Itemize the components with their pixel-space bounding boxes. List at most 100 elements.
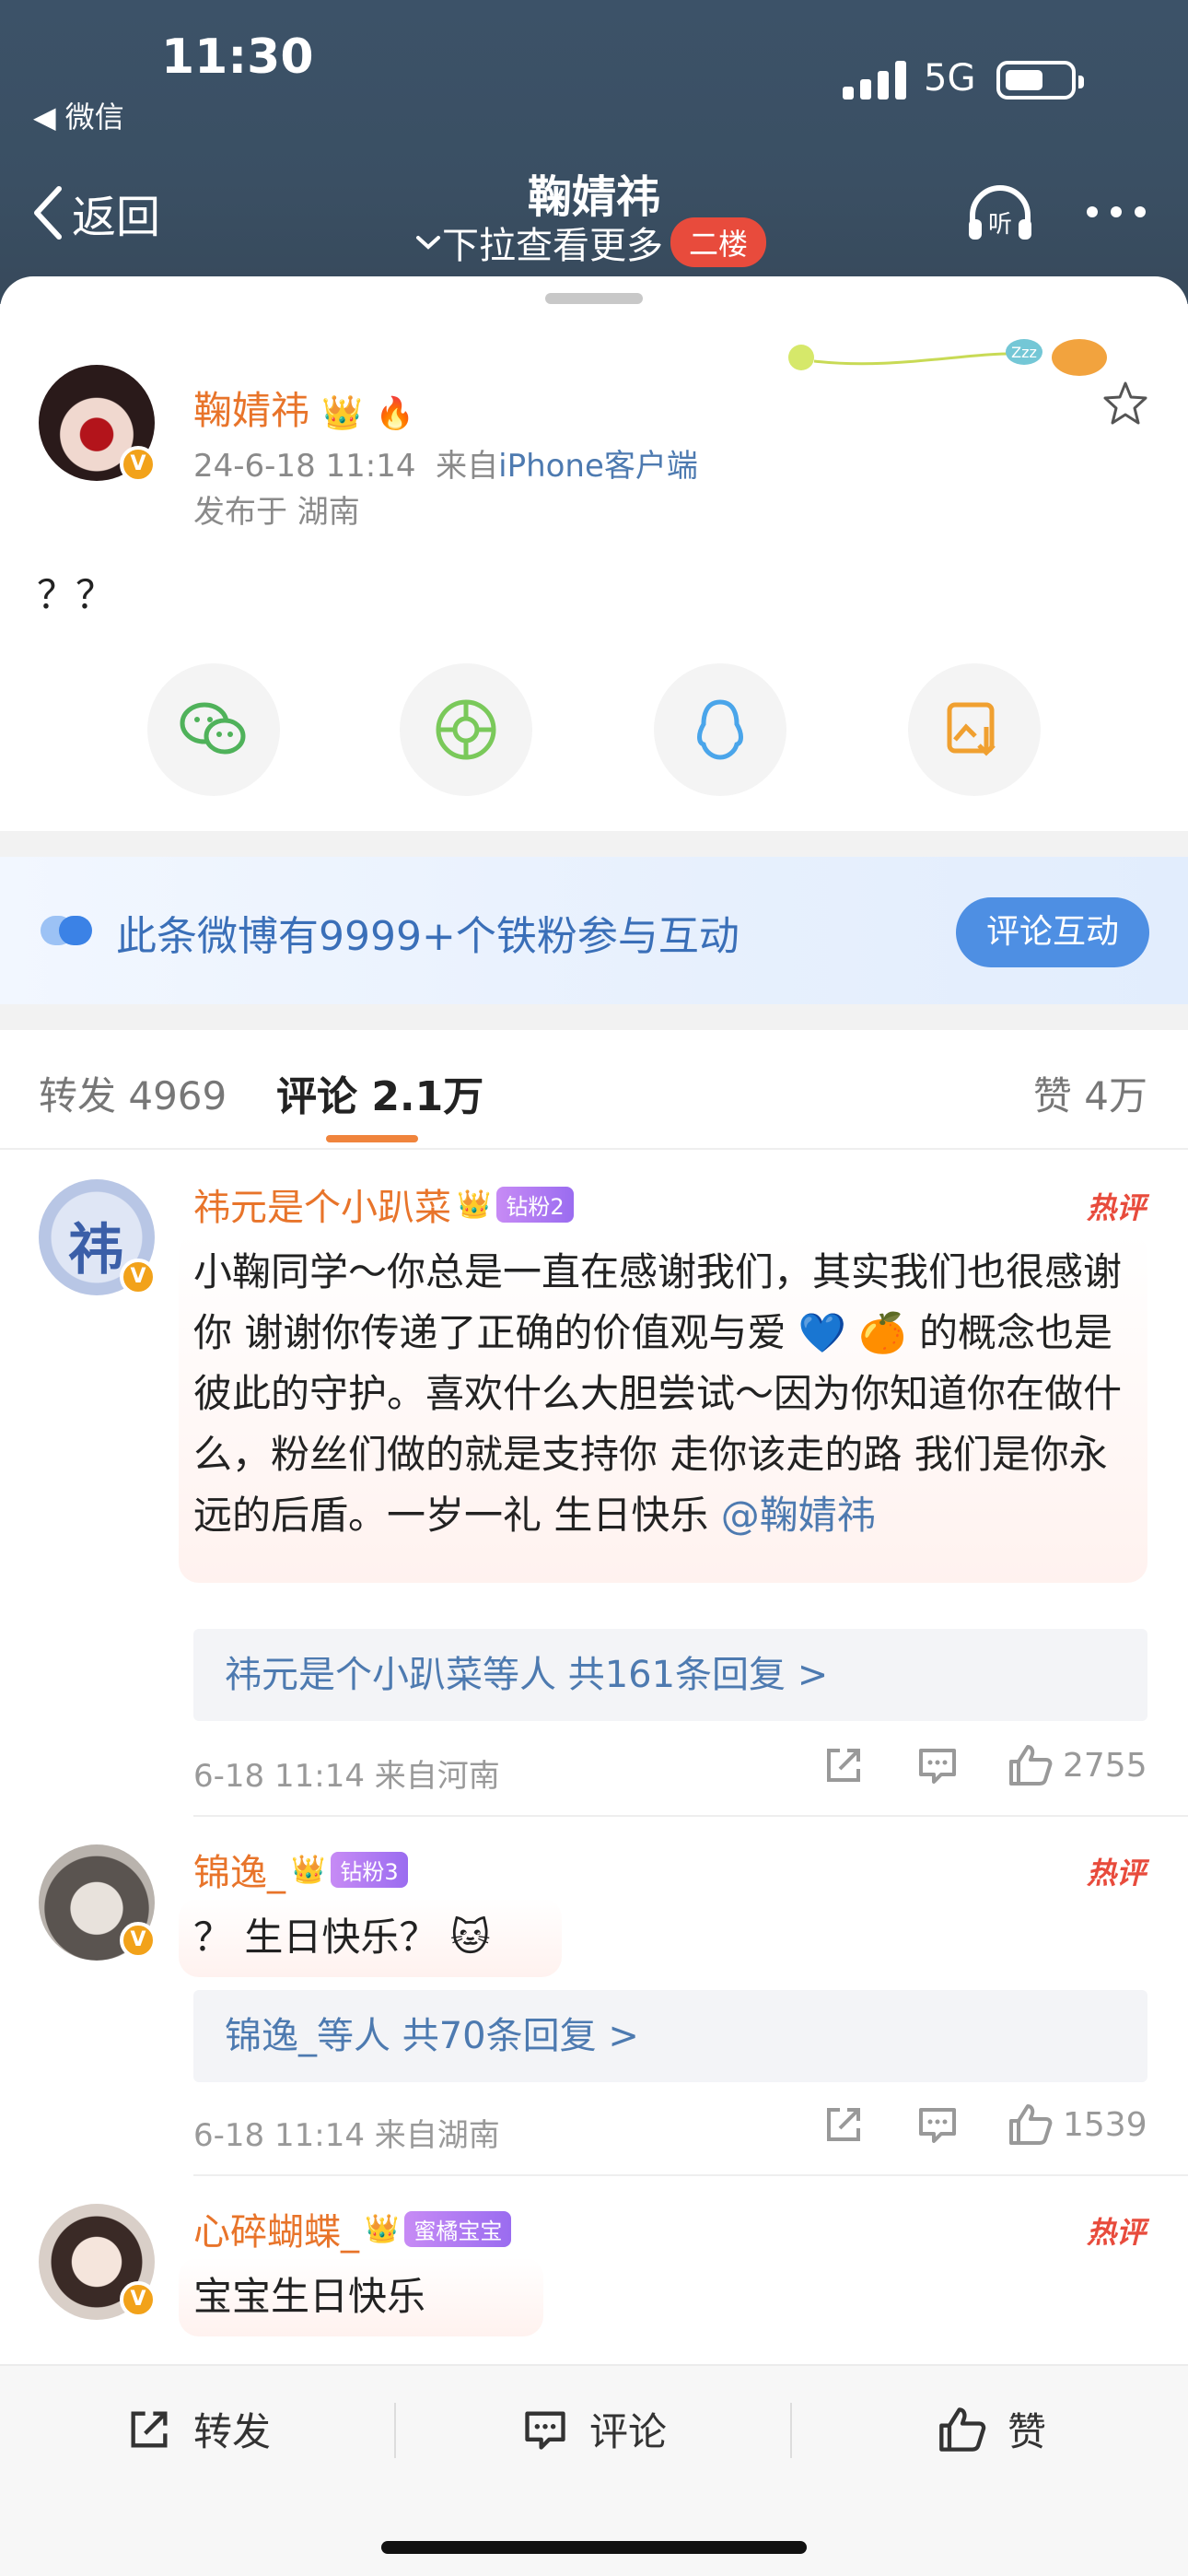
save-image-button[interactable]	[908, 663, 1041, 796]
fire-badge-icon: 🔥	[375, 395, 414, 432]
avatar-glyph: 祎	[68, 1218, 123, 1282]
fan-level-badge: 蜜橘宝宝	[404, 2210, 512, 2247]
share-icon	[827, 2108, 860, 2141]
comment-label: 评论	[589, 2409, 668, 2454]
comment-divider	[193, 2174, 1188, 2176]
comment-icon	[919, 1749, 956, 1784]
author-name-text: 鞠婧祎	[193, 388, 310, 433]
fan-banner-text: 此条微博有9999+个铁粉参与互动	[116, 913, 740, 960]
share-moments-button[interactable]	[400, 663, 532, 796]
qq-icon	[697, 699, 743, 760]
wechat-icon	[180, 702, 246, 755]
signal-icon	[843, 61, 907, 100]
star-icon[interactable]	[1101, 380, 1149, 427]
comment-like-count: 1539	[1063, 2105, 1147, 2144]
repost-label: 转发	[193, 2409, 272, 2454]
post-card: Zzz V 鞠婧祎 👑 🔥 24-6-18 11:14 来自iPhone客户端 …	[0, 276, 1188, 831]
commenter-name-text: 祎元是个小趴菜	[193, 1187, 451, 1229]
crown-icon: 👑	[365, 2212, 400, 2245]
cat-emoji-icon: 🐱	[449, 1914, 491, 1960]
commenter-name-text: 锦逸_	[193, 1852, 285, 1894]
fan-icon	[41, 916, 92, 945]
fan-interaction-banner[interactable]: 此条微博有9999+个铁粉参与互动 评论互动	[0, 857, 1188, 1004]
hot-comment-badge: 热评	[1086, 2215, 1146, 2250]
tab-repost[interactable]: 转发 4969	[39, 1065, 227, 1121]
commenter-name[interactable]: 锦逸_ 👑 钻粉3	[193, 1843, 408, 1896]
comment-interact-button[interactable]: 评论互动	[956, 897, 1149, 967]
battery-icon	[996, 61, 1084, 100]
verified-badge: V	[120, 446, 157, 483]
author-name[interactable]: 鞠婧祎 👑 🔥	[193, 380, 414, 436]
comment-body: 小鞠同学～你总是一直在感谢我们，其实我们也很感谢你 谢谢你传递了正确的价值观与爱…	[193, 1249, 1123, 1538]
bottom-action-bar: 转发 评论 赞	[0, 2364, 1188, 2576]
back-app-label: 微信	[64, 100, 124, 135]
fan-level-badge: 钻粉3	[331, 1851, 408, 1888]
thumbs-up-icon	[1009, 2104, 1053, 2145]
network-label: 5G	[924, 57, 976, 100]
view-replies-link[interactable]: 祎元是个小趴菜等人 共161条回复 >	[193, 1629, 1147, 1721]
sleeping-cat-decoration: Zzz	[788, 339, 1107, 376]
crown-icon: 👑	[457, 1188, 492, 1221]
share-wechat-button[interactable]	[147, 663, 280, 796]
thumbs-up-icon	[1009, 1745, 1053, 1786]
comment-divider	[193, 1815, 1188, 1817]
comment-like-button[interactable]: 1539	[1007, 2102, 1147, 2147]
commenter-name-text: 心碎蝴蝶_	[193, 2211, 359, 2254]
status-time: 11:30	[161, 29, 314, 85]
post-source[interactable]: iPhone客户端	[498, 448, 698, 485]
comment-meta: 6-18 11:14 来自湖南	[193, 2117, 500, 2154]
hot-comment-badge: 热评	[1086, 1856, 1146, 1891]
comment-repost-button[interactable]	[821, 2102, 866, 2147]
share-qq-button[interactable]	[654, 663, 786, 796]
tab-like[interactable]: 赞 4万	[1033, 1065, 1147, 1121]
share-icon	[827, 1749, 860, 1782]
comment-text: 小鞠同学～你总是一直在感谢我们，其实我们也很感谢你 谢谢你传递了正确的价值观与爱…	[179, 1233, 1147, 1583]
fan-level-badge: 钻粉2	[496, 1186, 574, 1223]
post-location: 发布于 湖南	[193, 494, 360, 531]
comment-body: ？ 生日快乐？	[193, 1914, 438, 1960]
post-text: ？？	[37, 572, 115, 617]
comment-like-button[interactable]: 2755	[1007, 1743, 1147, 1787]
like-label: 赞	[1007, 2409, 1047, 2454]
verified-badge: V	[120, 2281, 157, 2318]
home-indicator[interactable]	[381, 2541, 807, 2554]
more-menu-button[interactable]	[1087, 206, 1146, 217]
back-to-app[interactable]: ◀ 微信	[33, 94, 124, 136]
commenter-name[interactable]: 心碎蝴蝶_ 👑 蜜橘宝宝	[193, 2202, 512, 2255]
divider	[394, 2403, 396, 2458]
svg-text:听: 听	[988, 211, 1012, 239]
chevron-down-icon	[416, 236, 440, 250]
crown-icon: 👑	[291, 1853, 326, 1886]
comment-reply-button[interactable]	[915, 2102, 960, 2147]
view-replies-link[interactable]: 锦逸_等人 共70条回复 >	[193, 1990, 1147, 2082]
comment-list: 祎 V 祎元是个小趴菜 👑 钻粉2 热评 小鞠同学～你总是一直在感谢我们，其实我…	[0, 1150, 1188, 2366]
comment-button[interactable]: 评论	[521, 2401, 667, 2457]
tab-comment[interactable]: 评论 2.1万	[276, 1063, 483, 1122]
like-button[interactable]: 赞	[938, 2401, 1046, 2457]
pull-down-label: 下拉查看更多	[442, 225, 663, 267]
crown-icon: 👑	[321, 394, 364, 432]
post-meta: 24-6-18 11:14 来自iPhone客户端	[193, 440, 698, 486]
svg-text:Zzz: Zzz	[1011, 344, 1037, 361]
second-floor-badge: 二楼	[670, 217, 767, 267]
comment-text: ？ 生日快乐？ 🐱	[179, 1898, 562, 1977]
drag-handle[interactable]	[545, 293, 643, 304]
post-tabs: 转发 4969 评论 2.1万 赞 4万	[0, 1030, 1188, 1150]
mention-link[interactable]: @鞠婧祎	[721, 1493, 876, 1538]
active-tab-indicator	[326, 1135, 418, 1142]
comment-reply-button[interactable]	[915, 1743, 960, 1787]
listen-button[interactable]: 听	[965, 182, 1035, 243]
save-image-icon	[947, 702, 996, 756]
divider	[790, 2403, 792, 2458]
verified-badge: V	[120, 1922, 157, 1959]
share-icon	[131, 2411, 168, 2447]
headphones-icon: 听	[969, 185, 1031, 240]
commenter-name[interactable]: 祎元是个小趴菜 👑 钻粉2	[193, 1177, 574, 1231]
comment-meta: 6-18 11:14 来自河南	[193, 1758, 500, 1795]
repost-button[interactable]: 转发	[125, 2401, 271, 2457]
comment-icon	[525, 2411, 565, 2450]
moments-icon	[436, 699, 496, 760]
comment-text: 宝宝生日快乐	[179, 2257, 543, 2336]
comment-repost-button[interactable]	[821, 1743, 866, 1787]
pull-down-more[interactable]: 下拉查看更多 二楼	[414, 216, 767, 269]
